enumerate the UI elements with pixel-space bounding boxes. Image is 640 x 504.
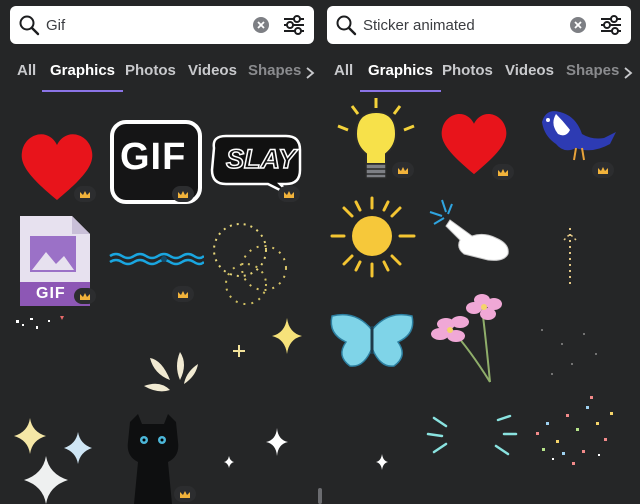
butterfly-icon	[330, 313, 414, 367]
slay-text: SLAY	[225, 143, 297, 175]
tab-all[interactable]: All	[17, 62, 36, 79]
crown-icon	[178, 190, 188, 198]
chevron-right-icon[interactable]	[304, 66, 316, 80]
crown-icon	[178, 290, 188, 298]
scrollbar[interactable]	[318, 488, 322, 504]
search-input[interactable]: Sticker animated	[363, 17, 570, 34]
premium-badge	[74, 288, 96, 304]
butterfly-graphic[interactable]	[326, 308, 418, 372]
tab-bar: All Graphics Photos Videos Shapes	[320, 62, 640, 94]
crown-icon	[180, 490, 190, 498]
gif-file-graphic[interactable]: GIF	[18, 214, 100, 308]
confetti-icon[interactable]	[526, 392, 620, 472]
sun-icon	[330, 196, 416, 278]
gif-badge-graphic[interactable]: GIF	[108, 118, 204, 204]
flowers-graphic[interactable]	[426, 290, 518, 384]
tab-photos[interactable]: Photos	[442, 62, 493, 79]
search-input[interactable]: Gif	[46, 17, 253, 34]
premium-badge	[592, 162, 614, 178]
pointing-hand-graphic[interactable]	[428, 198, 514, 268]
crown-icon	[284, 190, 294, 198]
premium-badge	[392, 162, 414, 178]
premium-badge	[278, 186, 300, 202]
burst-icon	[144, 352, 198, 392]
light-bulb-graphic[interactable]	[330, 96, 422, 188]
chevron-right-icon[interactable]	[622, 66, 634, 80]
black-cat-graphic[interactable]	[118, 412, 208, 504]
tab-all[interactable]: All	[334, 62, 353, 79]
clear-icon[interactable]	[253, 17, 269, 33]
firework-icon	[213, 223, 287, 305]
wave-line-graphic[interactable]	[108, 244, 205, 304]
heart-graphic[interactable]	[18, 130, 96, 202]
tab-bar: All Graphics Photos Videos Shapes	[0, 62, 320, 94]
premium-badge	[74, 186, 96, 202]
sparkles-graphic[interactable]	[12, 414, 102, 504]
tab-graphics[interactable]: Graphics	[41, 62, 124, 92]
crown-icon	[398, 166, 408, 174]
premium-badge	[174, 486, 196, 502]
burst-lines-graphic[interactable]	[140, 350, 204, 406]
crown-icon	[80, 292, 90, 300]
plus-sparkle-icon[interactable]	[232, 344, 246, 358]
premium-badge	[172, 186, 194, 202]
search-icon	[336, 15, 357, 36]
faint-dots-icon[interactable]	[532, 324, 612, 384]
tab-shapes[interactable]: Shapes	[566, 62, 619, 79]
pointing-hand-icon	[429, 199, 509, 261]
specks-icon	[16, 316, 64, 329]
left-panel: Gif All Graphics Photos Videos Shapes GI…	[0, 0, 320, 504]
dotted-firework-graphic[interactable]	[206, 214, 298, 310]
crown-icon	[80, 190, 90, 198]
white-star-icon[interactable]	[266, 428, 288, 456]
search-bar[interactable]: Sticker animated	[327, 6, 631, 44]
heart-graphic[interactable]	[438, 110, 518, 182]
search-icon	[19, 15, 40, 36]
small-white-star-icon[interactable]	[376, 454, 388, 470]
specks-graphic[interactable]	[14, 314, 74, 334]
wave-icon	[109, 252, 205, 266]
tab-graphics[interactable]: Graphics	[359, 62, 442, 92]
tab-videos[interactable]: Videos	[505, 62, 554, 79]
gif-badge-text: GIF	[120, 136, 187, 178]
sparkles-icon	[14, 418, 92, 504]
filter-icon[interactable]	[600, 15, 622, 35]
search-bar[interactable]: Gif	[10, 6, 314, 44]
tab-shapes[interactable]: Shapes	[248, 62, 301, 79]
crown-icon	[498, 168, 508, 176]
premium-badge	[172, 286, 194, 302]
star-sparkle-icon[interactable]	[272, 318, 302, 354]
filter-icon[interactable]	[283, 15, 305, 35]
tab-photos[interactable]: Photos	[125, 62, 176, 79]
premium-badge	[492, 164, 514, 180]
crown-icon	[598, 166, 608, 174]
sun-graphic[interactable]	[326, 194, 422, 282]
bird-icon	[542, 111, 616, 161]
tab-videos[interactable]: Videos	[188, 62, 237, 79]
slay-bubble-graphic[interactable]: SLAY	[208, 130, 304, 202]
cyan-burst-icon[interactable]	[424, 412, 520, 460]
right-panel: Sticker animated All Graphics Photos Vid…	[320, 0, 640, 504]
bird-graphic[interactable]	[536, 104, 620, 180]
clear-icon[interactable]	[570, 17, 586, 33]
small-white-star-icon[interactable]	[224, 456, 234, 468]
flower-icon	[431, 294, 502, 383]
gif-file-label: GIF	[36, 285, 66, 302]
firework-line-icon[interactable]	[560, 226, 580, 288]
